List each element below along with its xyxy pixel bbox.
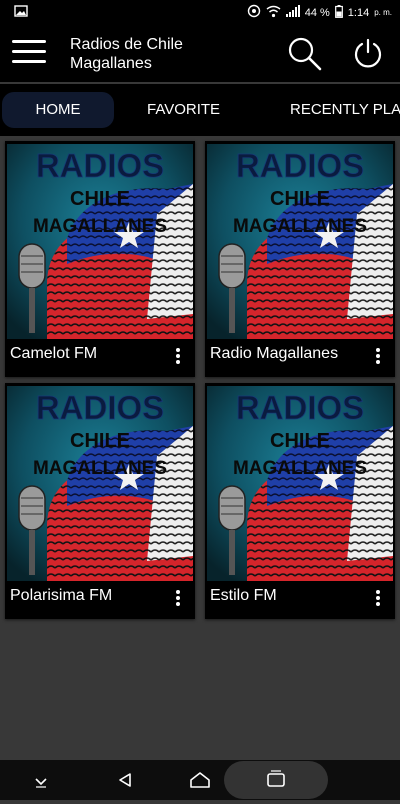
more-vert-icon — [171, 590, 185, 606]
signal-icon — [285, 5, 300, 20]
recents-icon — [267, 770, 285, 787]
svg-text:RADIOS: RADIOS — [236, 389, 364, 426]
station-logo-image: RADIOS CHILE MAGALLANES — [207, 144, 393, 339]
more-vert-icon — [171, 348, 185, 364]
svg-text:MAGALLANES: MAGALLANES — [33, 458, 167, 479]
svg-text:MAGALLANES: MAGALLANES — [33, 216, 167, 237]
battery-icon — [334, 4, 343, 21]
wifi-icon — [266, 5, 281, 21]
station-logo-image: RADIOS CHILE MAGALLANES — [7, 144, 193, 339]
svg-text:MAGALLANES: MAGALLANES — [233, 458, 367, 479]
station-logo-image: RADIOS CHILE MAGALLANES — [7, 386, 193, 581]
home-button[interactable] — [188, 766, 212, 794]
svg-text:RADIOS: RADIOS — [36, 389, 164, 426]
station-name: Radio Magallanes — [210, 345, 339, 362]
back-button[interactable] — [114, 766, 136, 794]
svg-text:CHILE: CHILE — [70, 430, 130, 452]
station-name: Estilo FM — [210, 587, 277, 604]
station-thumbnail: RADIOS CHILE MAGALLANES — [7, 386, 193, 581]
power-button[interactable] — [352, 37, 384, 69]
more-options-button[interactable] — [171, 346, 185, 368]
system-nav-bar — [0, 760, 400, 800]
search-button[interactable] — [286, 36, 324, 72]
power-icon — [354, 38, 382, 68]
station-thumbnail: RADIOS CHILE MAGALLANES — [207, 144, 393, 339]
home-icon — [190, 772, 210, 788]
search-icon — [288, 37, 322, 71]
recents-button[interactable] — [224, 761, 328, 799]
station-card[interactable]: RADIOS CHILE MAGALLANES Polarisima FM — [5, 383, 195, 619]
gallery-icon — [14, 5, 28, 20]
hide-nav-button[interactable] — [30, 766, 52, 794]
svg-text:MAGALLANES: MAGALLANES — [233, 216, 367, 237]
clock-time: 1:14 — [347, 6, 370, 19]
svg-text:CHILE: CHILE — [270, 430, 330, 452]
more-options-button[interactable] — [171, 588, 185, 610]
station-name: Camelot FM — [10, 345, 98, 362]
hotspot-icon — [247, 4, 261, 21]
tab-favorite[interactable]: FAVORITE — [147, 92, 220, 128]
station-card[interactable]: RADIOS CHILE MAGALLANES Camelot FM — [5, 141, 195, 377]
tab-bar: HOME FAVORITE RECENTLY PLAYED — [0, 84, 400, 136]
chevron-down-icon — [35, 778, 47, 788]
tab-home[interactable]: HOME — [2, 92, 114, 128]
svg-text:RADIOS: RADIOS — [36, 147, 164, 184]
more-options-button[interactable] — [371, 346, 385, 368]
station-card[interactable]: RADIOS CHILE MAGALLANES Radio Magallanes — [205, 141, 395, 377]
station-logo-image: RADIOS CHILE MAGALLANES — [207, 386, 393, 581]
station-thumbnail: RADIOS CHILE MAGALLANES — [7, 144, 193, 339]
app-title: Radios de Chile Magallanes — [70, 36, 183, 72]
menu-button[interactable] — [12, 40, 48, 66]
clock-ampm: p. m. — [374, 8, 392, 17]
app-bar: Radios de Chile Magallanes — [0, 24, 400, 82]
svg-text:CHILE: CHILE — [270, 188, 330, 210]
station-thumbnail: RADIOS CHILE MAGALLANES — [207, 386, 393, 581]
more-vert-icon — [371, 348, 385, 364]
svg-text:RADIOS: RADIOS — [236, 147, 364, 184]
station-name: Polarisima FM — [10, 587, 113, 604]
back-triangle-icon — [119, 773, 131, 787]
more-vert-icon — [371, 590, 385, 606]
tab-recently-played[interactable]: RECENTLY PLAYED — [290, 92, 400, 128]
battery-percent: 44 % — [304, 6, 330, 19]
station-card[interactable]: RADIOS CHILE MAGALLANES Estilo FM — [205, 383, 395, 619]
svg-text:CHILE: CHILE — [70, 188, 130, 210]
more-options-button[interactable] — [371, 588, 385, 610]
status-bar: 44 % 1:14 p. m. — [0, 0, 400, 24]
